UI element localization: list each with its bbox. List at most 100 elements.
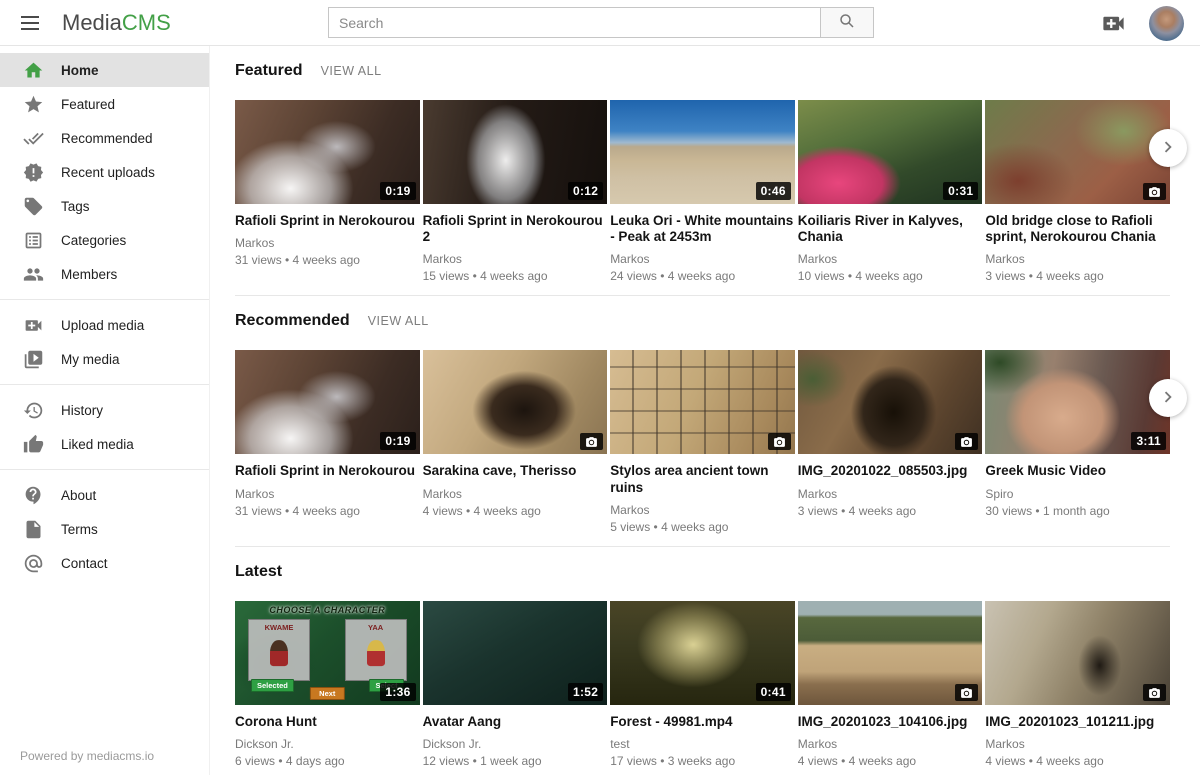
media-author[interactable]: Markos	[235, 487, 420, 501]
media-title[interactable]: Old bridge close to Rafioli sprint, Nero…	[985, 213, 1170, 245]
app-logo[interactable]: MediaCMS	[62, 10, 171, 36]
sidebar-item-my-media[interactable]: My media	[0, 342, 209, 376]
media-title[interactable]: Rafioli Sprint in Nerokourou	[235, 463, 420, 479]
media-author[interactable]: Markos	[610, 503, 795, 517]
media-title[interactable]: IMG_20201023_104106.jpg	[798, 714, 983, 730]
media-card[interactable]: IMG_20201022_085503.jpg Markos 3 views •…	[798, 350, 983, 533]
done-all-icon	[23, 128, 44, 149]
media-thumbnail[interactable]: 3:11	[985, 350, 1170, 454]
sidebar-item-recent-uploads[interactable]: Recent uploads	[0, 155, 209, 189]
media-thumbnail[interactable]: CHOOSE A CHARACTERKWAMEYAASelectedNextSe…	[235, 601, 420, 705]
media-thumbnail[interactable]: 0:41	[610, 601, 795, 705]
media-title[interactable]: Greek Music Video	[985, 463, 1170, 479]
media-title[interactable]: IMG_20201023_101211.jpg	[985, 714, 1170, 730]
media-card[interactable]: 0:31 Koiliaris River in Kalyves, Chania …	[798, 100, 983, 283]
media-meta: 6 views • 4 days ago	[235, 754, 420, 768]
media-title[interactable]: Leuka Ori - White mountains - Peak at 24…	[610, 213, 795, 245]
section-title: Recommended	[235, 312, 350, 330]
media-thumbnail[interactable]	[985, 601, 1170, 705]
sidebar-item-label: Members	[61, 267, 117, 282]
media-title[interactable]: Stylos area ancient town ruins	[610, 463, 795, 495]
media-author[interactable]: Markos	[798, 737, 983, 751]
media-thumbnail[interactable]	[985, 100, 1170, 204]
sidebar-item-history[interactable]: History	[0, 393, 209, 427]
main-content: Featured VIEW ALL 0:19 Rafioli Sprint in…	[210, 46, 1200, 775]
media-author[interactable]: Markos	[798, 252, 983, 266]
logo-cms-text: CMS	[122, 10, 171, 35]
view-all-link[interactable]: VIEW ALL	[321, 64, 382, 78]
sidebar-item-members[interactable]: Members	[0, 257, 209, 291]
media-thumbnail[interactable]	[798, 350, 983, 454]
video-call-icon	[1100, 10, 1127, 37]
media-meta: 3 views • 4 weeks ago	[985, 269, 1170, 283]
sidebar-item-home[interactable]: Home	[0, 53, 209, 87]
sidebar-item-categories[interactable]: Categories	[0, 223, 209, 257]
powered-by: Powered by mediacms.io	[20, 749, 154, 763]
sidebar-item-recommended[interactable]: Recommended	[0, 121, 209, 155]
sidebar-item-contact[interactable]: Contact	[0, 546, 209, 580]
media-thumbnail[interactable]: 1:52	[423, 601, 608, 705]
media-card[interactable]: 0:19 Rafioli Sprint in Nerokourou Markos…	[235, 350, 420, 533]
search-input[interactable]	[328, 7, 821, 38]
media-author[interactable]: Markos	[985, 252, 1170, 266]
media-thumbnail[interactable]	[423, 350, 608, 454]
search-button[interactable]	[821, 7, 874, 38]
media-title[interactable]: Corona Hunt	[235, 714, 420, 730]
media-author[interactable]: Markos	[423, 487, 608, 501]
media-card[interactable]: 0:46 Leuka Ori - White mountains - Peak …	[610, 100, 795, 283]
media-card[interactable]: 0:19 Rafioli Sprint in Nerokourou Markos…	[235, 100, 420, 283]
media-author[interactable]: Dickson Jr.	[423, 737, 608, 751]
media-card[interactable]: 1:52 Avatar Aang Dickson Jr. 12 views • …	[423, 601, 608, 768]
media-author[interactable]: Markos	[235, 236, 420, 250]
media-title[interactable]: Avatar Aang	[423, 714, 608, 730]
media-author[interactable]: Spiro	[985, 487, 1170, 501]
media-thumbnail[interactable]	[798, 601, 983, 705]
media-card[interactable]: 0:12 Rafioli Sprint in Nerokourou 2 Mark…	[423, 100, 608, 283]
camera-icon	[960, 687, 973, 700]
media-grid: 0:19 Rafioli Sprint in Nerokourou Markos…	[235, 100, 1170, 283]
video-library-icon	[23, 349, 44, 370]
sidebar-item-label: Terms	[61, 522, 98, 537]
media-card[interactable]: IMG_20201023_104106.jpg Markos 4 views •…	[798, 601, 983, 768]
sidebar-item-featured[interactable]: Featured	[0, 87, 209, 121]
upload-media-button[interactable]	[1100, 10, 1127, 37]
media-card[interactable]: 0:41 Forest - 49981.mp4 test 17 views • …	[610, 601, 795, 768]
sidebar-item-about[interactable]: About	[0, 478, 209, 512]
media-author[interactable]: Markos	[798, 487, 983, 501]
media-thumbnail[interactable]: 0:19	[235, 350, 420, 454]
media-thumbnail[interactable]: 0:31	[798, 100, 983, 204]
media-title[interactable]: IMG_20201022_085503.jpg	[798, 463, 983, 479]
media-title[interactable]: Sarakina cave, Therisso	[423, 463, 608, 479]
media-section: Featured VIEW ALL 0:19 Rafioli Sprint in…	[235, 62, 1170, 296]
sidebar-item-label: About	[61, 488, 96, 503]
sidebar-item-upload-media[interactable]: Upload media	[0, 308, 209, 342]
media-thumbnail[interactable]: 0:46	[610, 100, 795, 204]
view-all-link[interactable]: VIEW ALL	[368, 314, 429, 328]
media-title[interactable]: Rafioli Sprint in Nerokourou 2	[423, 213, 608, 245]
next-arrow-button[interactable]	[1149, 379, 1187, 417]
media-author[interactable]: Markos	[985, 737, 1170, 751]
next-arrow-button[interactable]	[1149, 129, 1187, 167]
media-card[interactable]: CHOOSE A CHARACTERKWAMEYAASelectedNextSe…	[235, 601, 420, 768]
media-author[interactable]: test	[610, 737, 795, 751]
photo-badge	[1143, 183, 1166, 200]
media-card[interactable]: Old bridge close to Rafioli sprint, Nero…	[985, 100, 1170, 283]
media-author[interactable]: Dickson Jr.	[235, 737, 420, 751]
media-thumbnail[interactable]: 0:12	[423, 100, 608, 204]
user-avatar[interactable]	[1149, 6, 1184, 41]
media-card[interactable]: Sarakina cave, Therisso Markos 4 views •…	[423, 350, 608, 533]
sidebar-item-terms[interactable]: Terms	[0, 512, 209, 546]
menu-button[interactable]	[10, 3, 50, 43]
sidebar-item-liked-media[interactable]: Liked media	[0, 427, 209, 461]
sidebar-item-tags[interactable]: Tags	[0, 189, 209, 223]
media-thumbnail[interactable]	[610, 350, 795, 454]
media-author[interactable]: Markos	[610, 252, 795, 266]
media-title[interactable]: Koiliaris River in Kalyves, Chania	[798, 213, 983, 245]
media-title[interactable]: Forest - 49981.mp4	[610, 714, 795, 730]
media-title[interactable]: Rafioli Sprint in Nerokourou	[235, 213, 420, 229]
media-card[interactable]: Stylos area ancient town ruins Markos 5 …	[610, 350, 795, 533]
media-card[interactable]: 3:11 Greek Music Video Spiro 30 views • …	[985, 350, 1170, 533]
media-thumbnail[interactable]: 0:19	[235, 100, 420, 204]
media-author[interactable]: Markos	[423, 252, 608, 266]
media-card[interactable]: IMG_20201023_101211.jpg Markos 4 views •…	[985, 601, 1170, 768]
